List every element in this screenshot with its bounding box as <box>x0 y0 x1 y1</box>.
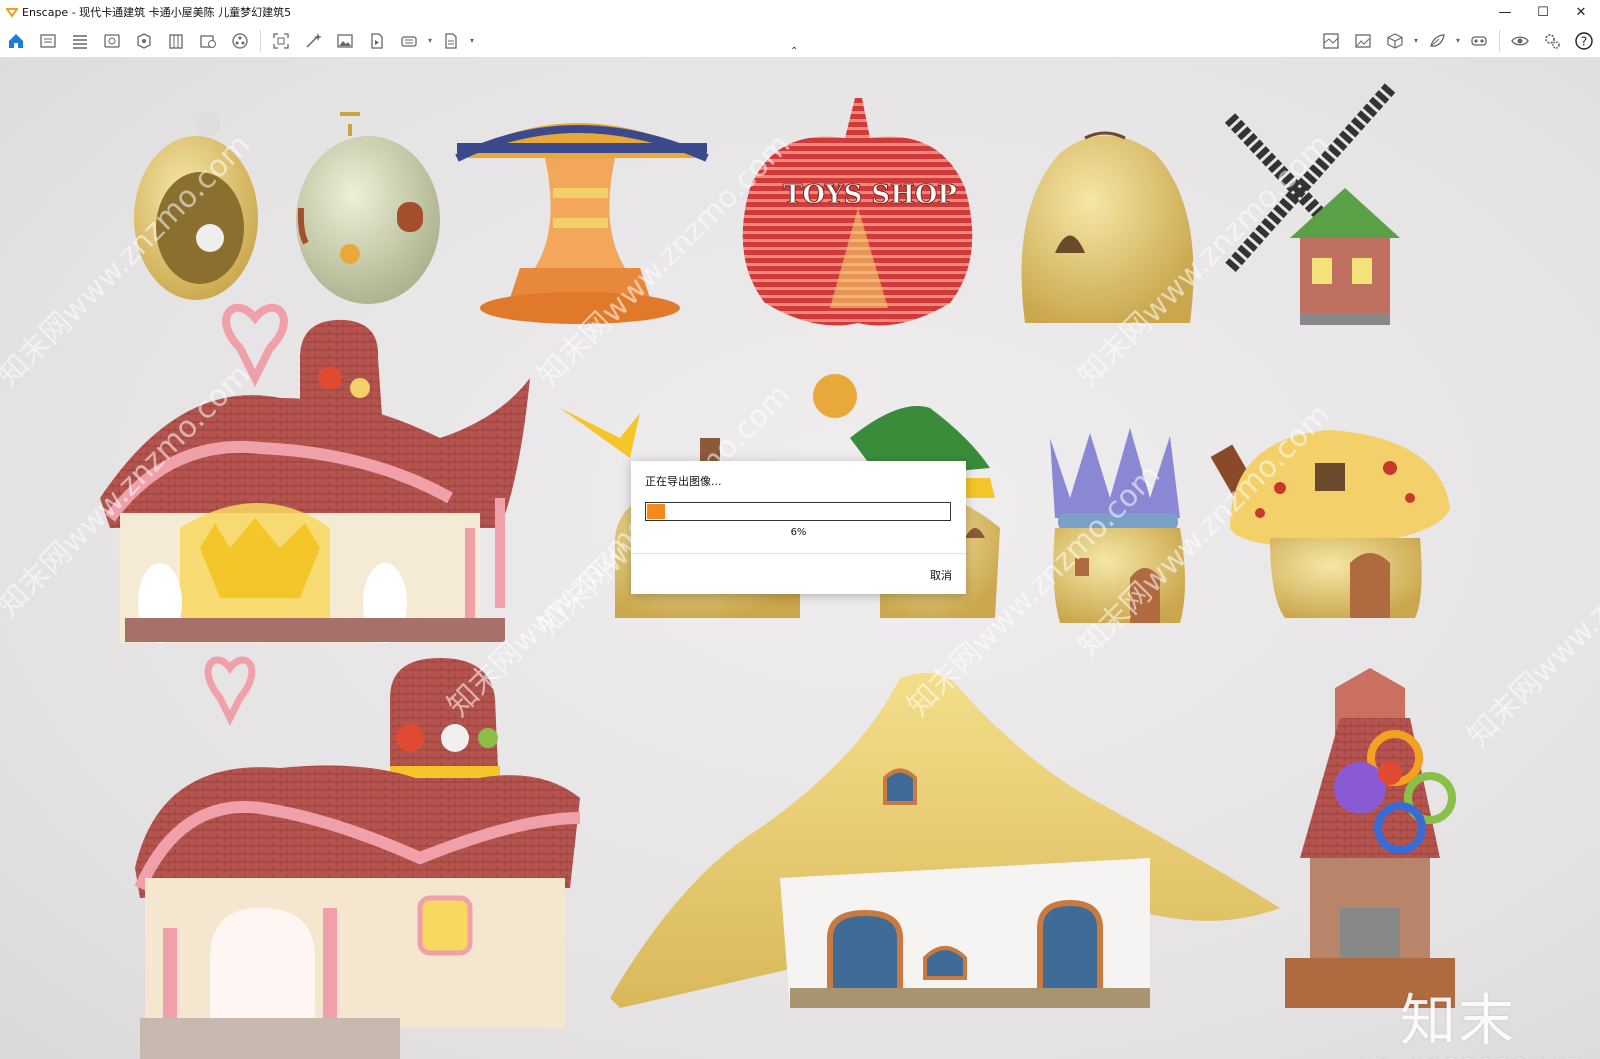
settings-icon <box>1545 33 1560 49</box>
magic-wand-button[interactable] <box>297 27 329 55</box>
home-button[interactable] <box>0 27 32 55</box>
batch-render-icon <box>200 34 216 48</box>
main-toolbar: ▾ ▾ ▾ ▾ ? <box>0 24 1600 58</box>
building-icon <box>169 33 183 49</box>
thatched-cottage <box>610 673 1280 1008</box>
maximize-button[interactable]: ☐ <box>1524 0 1562 24</box>
asset-library-button[interactable] <box>224 27 256 55</box>
cube-button[interactable] <box>1379 27 1411 55</box>
export-button[interactable] <box>393 27 425 55</box>
mushroom-tower <box>455 123 709 324</box>
vr-headset-icon <box>1471 35 1487 46</box>
material-button[interactable] <box>1421 27 1453 55</box>
melon-house-green <box>296 112 440 304</box>
map-button[interactable] <box>1315 27 1347 55</box>
image-compare-button[interactable] <box>1347 27 1379 55</box>
bim-icon <box>73 34 87 49</box>
building-button[interactable] <box>160 27 192 55</box>
settings-button[interactable] <box>1536 27 1568 55</box>
dialog-title: 正在导出图像... <box>645 475 722 488</box>
file-export-icon <box>445 32 457 49</box>
visibility-icon <box>1511 36 1529 45</box>
file-export-button[interactable] <box>435 27 467 55</box>
watermark-text: 知末网www.znzmo.com <box>1461 487 1600 753</box>
dialog-divider <box>631 553 966 554</box>
vr-headset-button[interactable] <box>1463 27 1495 55</box>
home-icon <box>9 33 23 48</box>
image-button[interactable] <box>329 27 361 55</box>
video-button[interactable] <box>361 27 393 55</box>
material-icon <box>1430 33 1445 47</box>
toolbar-separator-right <box>1499 29 1500 52</box>
material-dropdown-chevron[interactable]: ▾ <box>1453 36 1463 45</box>
watermark-id: ID: 1182033547 <box>1362 1054 1580 1059</box>
toolbar-separator <box>260 29 261 52</box>
screenshot-button[interactable] <box>265 27 297 55</box>
progress-bar <box>645 502 951 521</box>
video-icon <box>371 32 383 49</box>
window-controls: — ☐ ✕ <box>1486 0 1600 24</box>
capture-button[interactable] <box>32 27 64 55</box>
site-context-button[interactable] <box>128 27 160 55</box>
pinwheel-tower <box>1285 668 1456 1008</box>
map-icon <box>1323 32 1339 49</box>
toys-shop-sign: TOYS SHOP <box>783 180 957 210</box>
asset-library-icon <box>232 32 248 49</box>
site-context-icon <box>137 32 151 49</box>
batch-render-button[interactable] <box>192 27 224 55</box>
cube-dropdown-chevron[interactable]: ▾ <box>1411 36 1421 45</box>
cancel-button[interactable]: 取消 <box>930 567 952 583</box>
export-dropdown-chevron[interactable]: ▾ <box>425 36 435 45</box>
watermark-logo: 知末 <box>1400 989 1516 1054</box>
bim-button[interactable] <box>64 27 96 55</box>
views-button[interactable] <box>96 27 128 55</box>
help-button[interactable]: ? <box>1568 27 1600 55</box>
enscape-logo-icon <box>6 8 18 18</box>
help-icon: ? <box>1575 31 1593 50</box>
mushroom-cottage <box>1210 430 1450 618</box>
window-title: Enscape - 现代卡通建筑 卡通小屋美陈 儿童梦幻建筑5 <box>22 6 292 19</box>
close-button[interactable]: ✕ <box>1562 0 1600 24</box>
progress-percent: 6% <box>790 527 807 538</box>
views-icon <box>104 33 120 48</box>
screenshot-icon <box>273 32 289 49</box>
file-export-dropdown-chevron[interactable]: ▾ <box>467 36 477 45</box>
visibility-button[interactable] <box>1504 27 1536 55</box>
pink-brick-house <box>134 656 581 1059</box>
progress-bar-fill <box>647 504 665 519</box>
minimize-button[interactable]: — <box>1486 0 1524 24</box>
export-progress-dialog: 正在导出图像... 6% 取消 <box>631 461 966 594</box>
pink-heart-house <box>100 303 530 643</box>
toolbar-collapse-toggle[interactable]: ⌃ <box>790 46 798 57</box>
title-bar: Enscape - 现代卡通建筑 卡通小屋美陈 儿童梦幻建筑5 — ☐ ✕ <box>0 0 1600 24</box>
svg-text:?: ? <box>1581 34 1587 48</box>
cube-icon <box>1387 32 1403 49</box>
capture-icon <box>40 33 56 48</box>
image-icon <box>337 33 353 48</box>
image-compare-icon <box>1355 33 1371 48</box>
magic-wand-icon <box>306 32 322 48</box>
export-icon <box>401 35 417 47</box>
